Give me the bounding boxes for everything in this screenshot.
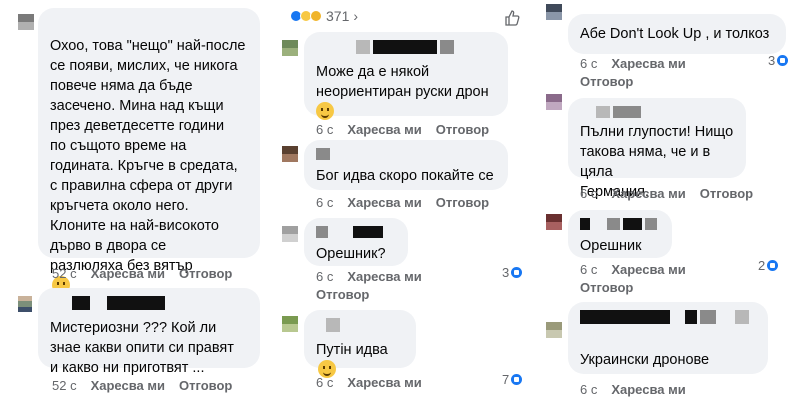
like-icon — [777, 55, 789, 66]
comment-text: Бог идва скоро покайте се — [316, 168, 494, 184]
like-button[interactable]: Харесва ми — [347, 195, 421, 210]
comment-bubble: Орешник? — [304, 218, 408, 266]
comment-time[interactable]: 6 с — [580, 382, 597, 397]
comment-time[interactable]: 52 с — [52, 378, 77, 393]
avatar[interactable] — [18, 14, 34, 30]
avatar[interactable] — [282, 146, 298, 162]
comment-meta: 6 с Харесва ми Отговор — [316, 122, 503, 137]
like-icon — [511, 267, 523, 278]
comment-time[interactable]: 6 с — [580, 56, 597, 71]
like-button[interactable]: Харесва ми — [347, 122, 421, 137]
comment-text: Може да е някой неориентиран руски дрон — [316, 64, 489, 100]
comment-reaction-count[interactable]: 3 — [502, 265, 523, 280]
comment-meta: 6 с Харесва ми — [580, 382, 700, 397]
comment-time[interactable]: 6 с — [316, 195, 333, 210]
comment-text: Украински дронове — [580, 352, 710, 368]
reply-button[interactable]: Отговор — [316, 287, 369, 302]
redacted-author-name[interactable] — [316, 318, 404, 332]
like-button[interactable]: Харесва ми — [611, 262, 685, 277]
like-button[interactable]: Харесва ми — [91, 266, 165, 281]
redacted-author-name[interactable] — [316, 148, 496, 160]
smiling-face-emoji — [316, 102, 334, 120]
comment-time[interactable]: 6 с — [316, 375, 333, 390]
comment-reaction-count[interactable]: 3 — [768, 53, 789, 68]
like-icon — [767, 260, 779, 271]
comment-time[interactable]: 6 с — [580, 186, 597, 201]
reaction-number: 3 — [768, 53, 776, 68]
avatar[interactable] — [282, 226, 298, 242]
chevron-right-icon: › — [353, 8, 359, 24]
redacted-author-name[interactable] — [580, 310, 756, 324]
post-reactions-summary[interactable]: 371 › — [290, 8, 358, 24]
reaction-number: 3 — [502, 265, 510, 280]
comment-bubble: Може да е някой неориентиран руски дрон — [304, 32, 508, 120]
reply-button[interactable]: Отговор — [436, 195, 489, 210]
comment-text: Орешник — [580, 238, 642, 254]
redacted-author-name[interactable] — [580, 218, 660, 230]
reply-button[interactable]: Отговор — [580, 280, 633, 295]
avatar[interactable] — [282, 40, 298, 56]
comment-bubble: Абе Don't Look Up , и толкоз — [568, 14, 786, 54]
reply-button[interactable]: Отговор — [700, 186, 753, 201]
avatar[interactable] — [282, 316, 298, 332]
comment-bubble: Украински дронове — [568, 302, 768, 374]
left-comments-panel: Охоо, това "нещо" най-после се появи, ми… — [0, 0, 270, 400]
redacted-author-name[interactable] — [316, 40, 496, 54]
comment-meta: 52 с Харесва ми Отговор — [52, 266, 246, 281]
avatar[interactable] — [546, 214, 562, 230]
comment-meta: 6 с Харесва ми — [580, 56, 700, 71]
redacted-author-name[interactable] — [316, 226, 396, 238]
like-button[interactable]: Харесва ми — [91, 378, 165, 393]
reply-button[interactable]: Отговор — [436, 122, 489, 137]
avatar[interactable] — [546, 94, 562, 110]
like-button[interactable]: Харесва ми — [611, 56, 685, 71]
comment-text: Орешник? — [316, 246, 386, 262]
avatar[interactable] — [546, 322, 562, 338]
comment-bubble: Пълни глупости! Нищо такова няма, че и в… — [568, 98, 746, 200]
comment-reaction-count[interactable]: 7 — [502, 372, 523, 387]
comment-bubble: Путін идва — [304, 310, 416, 378]
like-button[interactable]: Харесва ми — [611, 186, 685, 201]
middle-comments-panel: 371 › Може да е някой неориентиран руски… — [270, 0, 532, 400]
like-icon — [511, 374, 523, 385]
comment-meta: 6 с Харесва ми — [580, 262, 700, 277]
wow-reaction-icon — [310, 10, 322, 22]
redacted-author-name[interactable] — [50, 296, 248, 310]
reply-button[interactable]: Отговор — [580, 74, 633, 89]
comment-bubble: Охоо, това "нещо" най-после се появи, ми… — [38, 8, 260, 294]
reaction-count: 371 — [326, 8, 350, 24]
comment-reaction-count[interactable]: 2 — [758, 258, 779, 273]
comment-text: Охоо, това "нещо" най-после се появи, ми… — [50, 38, 246, 274]
comment-time[interactable]: 6 с — [316, 122, 333, 137]
avatar[interactable] — [546, 4, 562, 20]
reply-button[interactable]: Отговор — [179, 378, 232, 393]
comment-meta: 6 с Харесва ми — [316, 269, 436, 284]
comment-time[interactable]: 6 с — [316, 269, 333, 284]
comment-text: Мистериозни ??? Кой ли знае какви опити … — [50, 320, 234, 376]
comment-bubble: Орешник — [568, 210, 672, 258]
comment-meta: Отговор — [580, 280, 647, 295]
thumbs-up-outline-icon[interactable] — [504, 10, 520, 26]
comment-meta: 6 с Харесва ми Отговор — [316, 195, 503, 210]
comment-meta: 6 с Харесва ми Отговор — [580, 186, 767, 201]
comment-bubble: Мистериозни ??? Кой ли знае какви опити … — [38, 288, 260, 376]
comment-text: Абе Don't Look Up , и толкоз — [580, 26, 770, 42]
avatar[interactable] — [18, 296, 32, 312]
like-button[interactable]: Харесва ми — [611, 382, 685, 397]
comment-meta: 52 с Харесва ми Отговор — [52, 378, 246, 393]
reaction-number: 2 — [758, 258, 766, 273]
comment-meta: Отговор — [580, 74, 647, 89]
redacted-author-name[interactable] — [580, 106, 734, 118]
comment-time[interactable]: 6 с — [580, 262, 597, 277]
reaction-number: 7 — [502, 372, 510, 387]
right-comments-panel: Абе Don't Look Up , и толкоз 6 с Харесва … — [532, 0, 800, 400]
comment-time[interactable]: 52 с — [52, 266, 77, 281]
comment-meta: Отговор — [316, 287, 383, 302]
comment-text: Путін идва — [316, 342, 388, 358]
like-button[interactable]: Харесва ми — [347, 375, 421, 390]
comment-bubble: Бог идва скоро покайте се — [304, 140, 508, 190]
reply-button[interactable]: Отговор — [179, 266, 232, 281]
like-button[interactable]: Харесва ми — [347, 269, 421, 284]
comment-meta: 6 с Харесва ми — [316, 375, 436, 390]
